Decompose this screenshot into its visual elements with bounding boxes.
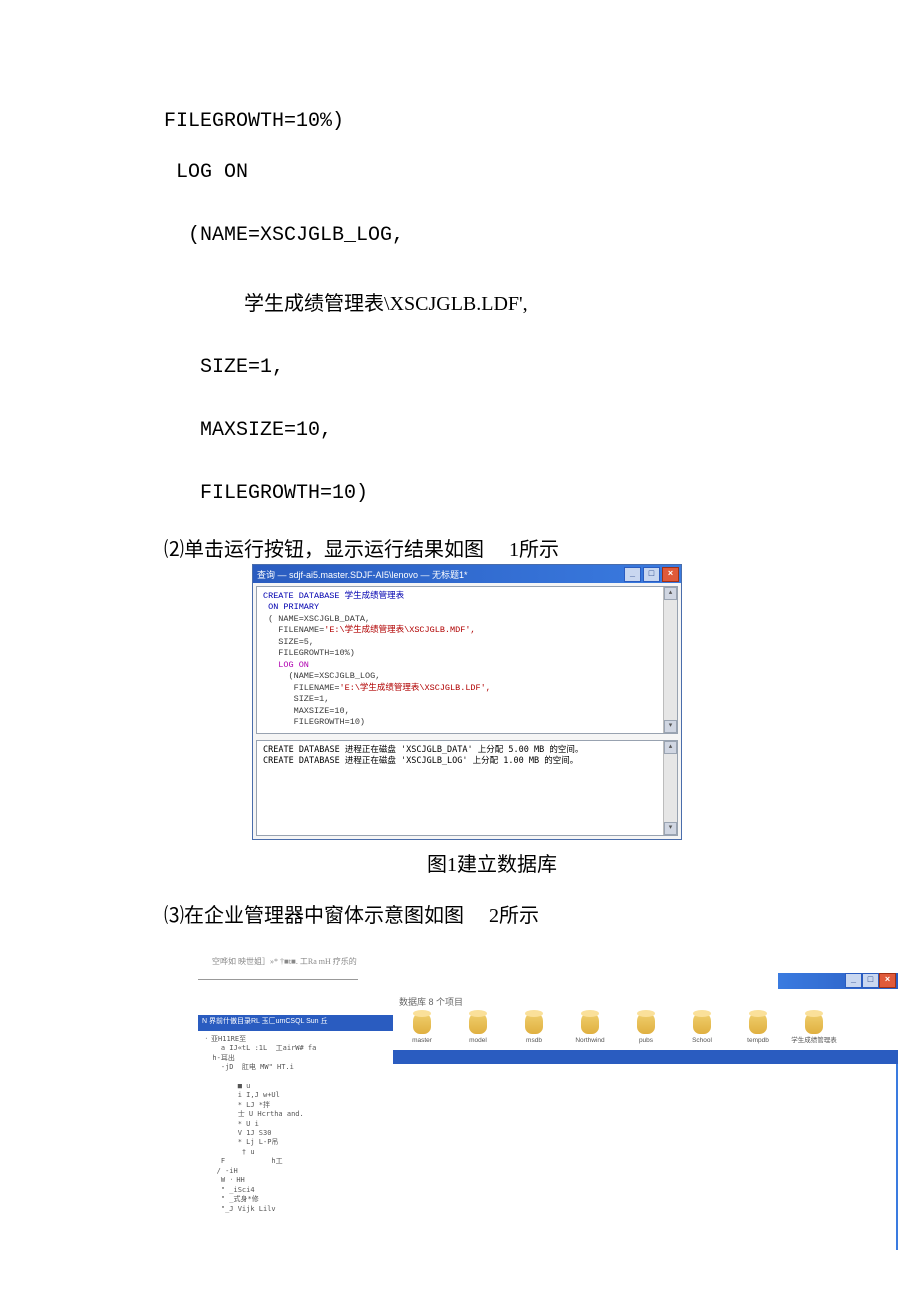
code-line: (NAME=XSCJGLB_LOG, xyxy=(164,224,820,247)
sql-line: FILEGROWTH=10%) xyxy=(263,648,663,659)
code-line: MAXSIZE=10, xyxy=(164,419,820,442)
scrollbar[interactable]: ▴▾ xyxy=(663,741,677,835)
database-icon xyxy=(469,1012,487,1034)
sql-line: SIZE=5, xyxy=(263,637,663,648)
tree-view[interactable]: ᠂ 亚H11RE至 a IJ«tL :1L 工airW# fa h-耳出 -jD… xyxy=(198,1031,393,1218)
database-icon xyxy=(749,1012,767,1034)
minimize-button[interactable]: _ xyxy=(845,973,862,988)
message-line: CREATE DATABASE 进程正在磁盘 'XSCJGLB_DATA' 上分… xyxy=(263,745,663,756)
sql-line: (NAME=XSCJGLB_LOG, xyxy=(263,671,663,682)
database-label: model xyxy=(469,1037,487,1044)
database-item[interactable]: 学生成绩管理表 xyxy=(791,1012,837,1044)
database-label: 学生成绩管理表 xyxy=(791,1037,837,1044)
maximize-button[interactable]: □ xyxy=(862,973,879,988)
maximize-button[interactable]: □ xyxy=(643,567,660,582)
sql-line: FILEGROWTH=10) xyxy=(263,717,663,728)
database-icon xyxy=(581,1012,599,1034)
database-label: Northwind xyxy=(575,1037,604,1044)
step-text: ⑵单击运行按钮，显示运行结果如图 1所示 xyxy=(164,533,820,562)
figure-1: 查询 — sdjf-ai5.master.SDJF-AI5\lenovo — 无… xyxy=(252,564,682,840)
sql-messages-pane[interactable]: CREATE DATABASE 进程正在磁盘 'XSCJGLB_DATA' 上分… xyxy=(256,740,678,836)
window-titlebar[interactable]: _ □ × xyxy=(778,973,898,989)
database-item[interactable]: School xyxy=(679,1012,725,1044)
database-icon xyxy=(693,1012,711,1034)
code-line: FILEGROWTH=10%) xyxy=(164,110,820,133)
database-item[interactable]: tempdb xyxy=(735,1012,781,1044)
database-label: master xyxy=(412,1037,432,1044)
code-line: 学生成绩管理表\XSCJGLB.LDF', xyxy=(164,287,820,316)
database-icon xyxy=(525,1012,543,1034)
scrollbar[interactable]: ▴▾ xyxy=(663,587,677,733)
database-label: tempdb xyxy=(747,1037,769,1044)
database-icon xyxy=(637,1012,655,1034)
sql-line: SIZE=1, xyxy=(263,694,663,705)
sql-editor-pane[interactable]: CREATE DATABASE 学生成绩管理表 ON PRIMARY ( NAM… xyxy=(256,586,678,734)
window-title: 查询 — sdjf-ai5.master.SDJF-AI5\lenovo — 无… xyxy=(257,568,468,581)
scroll-up-icon[interactable]: ▴ xyxy=(664,741,677,754)
close-button[interactable]: × xyxy=(662,567,679,582)
divider xyxy=(198,979,358,980)
scroll-down-icon[interactable]: ▾ xyxy=(664,822,677,835)
code-line: LOG ON xyxy=(164,161,820,184)
database-label: msdb xyxy=(526,1037,542,1044)
database-icon xyxy=(805,1012,823,1034)
sql-line: LOG ON xyxy=(263,660,663,671)
database-item[interactable]: model xyxy=(455,1012,501,1044)
message-line: CREATE DATABASE 进程正在磁盘 'XSCJGLB_LOG' 上分配… xyxy=(263,756,663,767)
selection-strip xyxy=(393,1050,898,1064)
database-icon-row: master model msdb Northwind pubs School tempdb… xyxy=(393,1010,898,1051)
step-text: ⑶在企业管理器中窗体示意图如图 2所示 xyxy=(164,899,820,928)
database-item[interactable]: pubs xyxy=(623,1012,669,1044)
code-line: SIZE=1, xyxy=(164,356,820,379)
database-label: pubs xyxy=(639,1037,653,1044)
list-header: 数据库 8 个项目 xyxy=(393,991,898,1010)
database-item[interactable]: Northwind xyxy=(567,1012,613,1044)
sql-line: FILENAME='E:\学生成绩管理表\XSCJGLB.MDF', xyxy=(263,625,663,636)
sql-line: MAXSIZE=10, xyxy=(263,706,663,717)
database-label: School xyxy=(692,1037,712,1044)
scroll-down-icon[interactable]: ▾ xyxy=(664,720,677,733)
database-icon xyxy=(413,1012,431,1034)
database-item[interactable]: master xyxy=(399,1012,445,1044)
sql-line: CREATE DATABASE 学生成绩管理表 xyxy=(263,591,663,602)
sql-line: FILENAME='E:\学生成绩管理表\XSCJGLB.LDF', xyxy=(263,683,663,694)
sql-line: ON PRIMARY xyxy=(263,602,663,613)
database-item[interactable]: msdb xyxy=(511,1012,557,1044)
figure-2: 空哗如 映世姐］»* †■t■. 工Ra mH 疗乐的 N 界前什傲目录RL 玉… xyxy=(198,956,898,1250)
tree-title-strip[interactable]: N 界前什傲目录RL 玉匚umCSQL Sun 丘 xyxy=(198,1015,393,1031)
minimize-button[interactable]: _ xyxy=(624,567,641,582)
list-body[interactable] xyxy=(393,1064,898,1250)
scroll-up-icon[interactable]: ▴ xyxy=(664,587,677,600)
code-line: FILEGROWTH=10) xyxy=(164,482,820,505)
figure-1-caption: 图1建立数据库 xyxy=(164,848,820,877)
menu-hint-text: 空哗如 映世姐］»* †■t■. 工Ra mH 疗乐的 xyxy=(212,956,898,967)
close-button[interactable]: × xyxy=(879,973,896,988)
sql-line: ( NAME=XSCJGLB_DATA, xyxy=(263,614,663,625)
window-titlebar[interactable]: 查询 — sdjf-ai5.master.SDJF-AI5\lenovo — 无… xyxy=(253,565,681,583)
